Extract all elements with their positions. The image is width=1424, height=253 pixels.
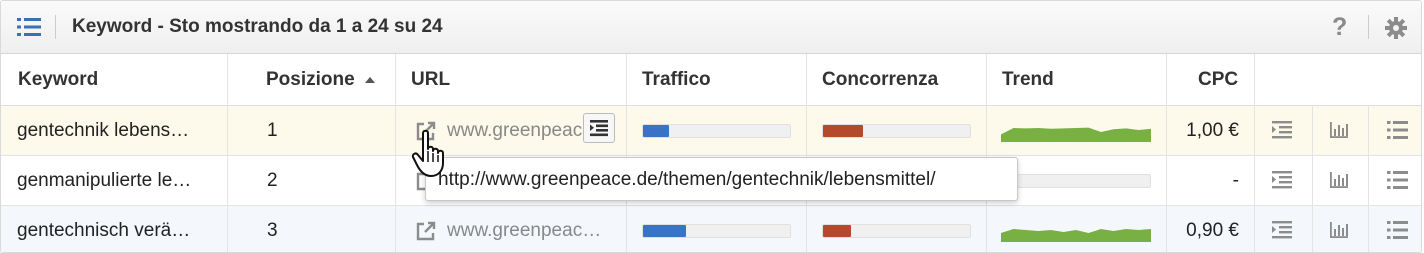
serp-icon[interactable] bbox=[1271, 219, 1293, 241]
trend-sparkline bbox=[1001, 229, 1151, 242]
serp-icon[interactable] bbox=[1271, 169, 1293, 191]
list-icon[interactable] bbox=[17, 17, 41, 37]
column-divider bbox=[395, 54, 396, 252]
competition-fill bbox=[823, 125, 863, 137]
traffic-bar bbox=[642, 124, 791, 138]
help-icon[interactable]: ? bbox=[1332, 13, 1347, 42]
external-link-icon[interactable] bbox=[415, 220, 437, 242]
traffic-fill bbox=[643, 225, 686, 237]
bar-chart-icon[interactable] bbox=[1328, 219, 1350, 241]
gear-icon[interactable] bbox=[1385, 17, 1407, 39]
column-divider bbox=[986, 54, 987, 252]
cpc-cell: 0,90 € bbox=[1186, 220, 1239, 241]
col-traffic[interactable]: Traffico bbox=[642, 54, 711, 105]
sort-asc-icon bbox=[364, 77, 375, 83]
header-divider bbox=[55, 15, 56, 39]
header-divider-right bbox=[1368, 15, 1369, 39]
competition-bar bbox=[822, 124, 971, 138]
column-divider bbox=[1254, 54, 1255, 252]
bar-chart-icon[interactable] bbox=[1328, 169, 1350, 191]
column-divider bbox=[806, 54, 807, 252]
traffic-bar bbox=[642, 224, 791, 238]
col-competition[interactable]: Concorrenza bbox=[822, 54, 938, 105]
list-icon[interactable] bbox=[1386, 219, 1408, 241]
cpc-cell: 1,00 € bbox=[1186, 120, 1239, 141]
col-position[interactable]: Posizione bbox=[266, 54, 376, 105]
competition-bar bbox=[822, 224, 971, 238]
keyword-cell[interactable]: gentechnik lebens… bbox=[17, 106, 217, 155]
col-keyword[interactable]: Keyword bbox=[18, 54, 98, 105]
list-icon[interactable] bbox=[1386, 119, 1408, 141]
column-divider bbox=[626, 54, 627, 252]
trend-sparkline bbox=[1001, 127, 1151, 142]
cpc-cell: - bbox=[1232, 170, 1239, 191]
position-cell: 1 bbox=[267, 120, 278, 141]
competition-fill bbox=[823, 225, 851, 237]
panel-header: Keyword - Sto mostrando da 1 a 24 su 24 … bbox=[1, 1, 1421, 54]
position-cell: 3 bbox=[267, 220, 278, 241]
column-divider bbox=[1368, 105, 1369, 252]
col-cpc[interactable]: CPC bbox=[1198, 54, 1238, 105]
col-trend[interactable]: Trend bbox=[1002, 54, 1054, 105]
trend-area bbox=[1001, 229, 1151, 242]
list-icon[interactable] bbox=[1386, 169, 1408, 191]
keyword-cell[interactable]: genmanipulierte le… bbox=[17, 156, 217, 205]
column-divider bbox=[227, 54, 228, 252]
hand-cursor-icon bbox=[411, 129, 444, 177]
bar-chart-icon[interactable] bbox=[1328, 119, 1350, 141]
column-header-row: Keyword Posizione URL Traffico Concorren… bbox=[1, 54, 1421, 106]
table-row: gentechnisch verä… 3 www.greenpeac… 0,90… bbox=[1, 206, 1421, 252]
trend-placeholder bbox=[1001, 174, 1151, 188]
trend-area bbox=[1001, 127, 1151, 142]
column-divider bbox=[1166, 54, 1167, 252]
url-tooltip: http://www.greenpeace.de/themen/gentechn… bbox=[425, 157, 1018, 201]
serp-icon[interactable] bbox=[1271, 119, 1293, 141]
serp-icon bbox=[590, 120, 608, 137]
traffic-fill bbox=[643, 125, 670, 137]
url-cell[interactable]: www.greenpeac… bbox=[447, 206, 617, 252]
column-divider bbox=[1312, 105, 1313, 252]
keyword-cell[interactable]: gentechnisch verä… bbox=[17, 206, 217, 252]
table-row: gentechnik lebens… 1 www.greenpeace 1,00… bbox=[1, 106, 1421, 156]
serp-snippet-button[interactable] bbox=[583, 113, 615, 143]
position-cell: 2 bbox=[267, 170, 278, 191]
keyword-panel: Keyword - Sto mostrando da 1 a 24 su 24 … bbox=[0, 0, 1422, 253]
panel-title: Keyword - Sto mostrando da 1 a 24 su 24 bbox=[72, 16, 443, 37]
col-position-label: Posizione bbox=[266, 69, 355, 90]
col-url[interactable]: URL bbox=[411, 54, 450, 105]
